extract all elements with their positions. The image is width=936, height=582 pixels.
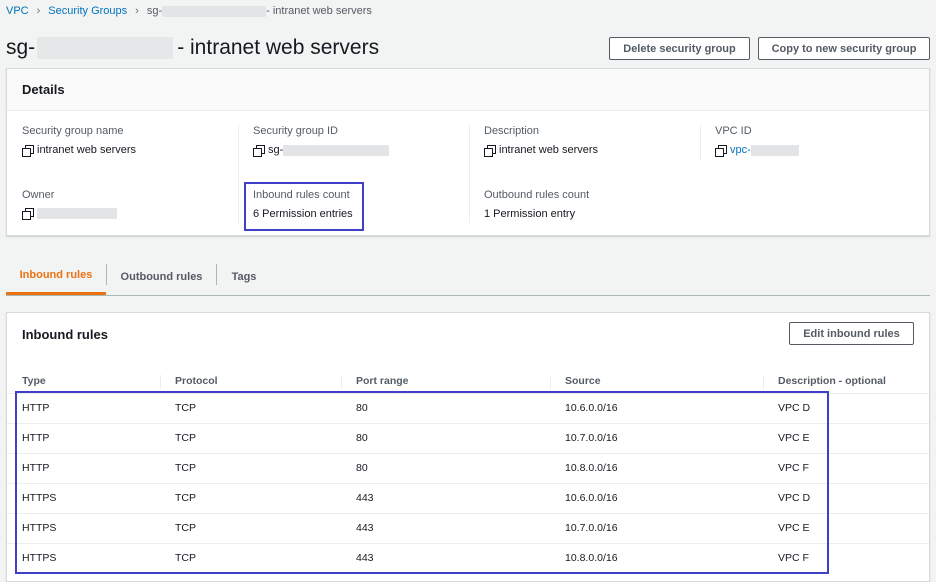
- column-header-label: Description - optional: [778, 375, 886, 388]
- redacted-owner: [37, 208, 117, 219]
- column-divider: [238, 125, 239, 223]
- security-group-id-field: Security group ID sg-: [253, 125, 390, 157]
- tab-inbound-rules[interactable]: Inbound rules: [6, 258, 106, 295]
- breadcrumb-current-prefix: sg-: [146, 5, 163, 17]
- column-header-label: Type: [22, 375, 46, 388]
- description-field: Description intranet web servers: [484, 125, 599, 157]
- tab-tags[interactable]: Tags: [217, 258, 271, 295]
- column-header-type[interactable]: Type: [7, 370, 160, 393]
- column-separator: [550, 375, 551, 389]
- field-value: intranet web servers: [22, 144, 137, 157]
- outbound-rules-count-field: Outbound rules count 1 Permission entry: [484, 189, 589, 220]
- column-header-label: Source: [565, 375, 601, 388]
- column-header-label: Protocol: [175, 375, 218, 388]
- breadcrumb: VPC › Security Groups › sg- - intranet w…: [6, 4, 372, 18]
- page-title-suffix: - intranet web servers: [177, 36, 380, 59]
- vpc-id-field: VPC ID vpc-: [715, 125, 799, 157]
- column-header-label: Port range: [356, 375, 409, 388]
- field-value: [22, 208, 117, 220]
- field-label: Security group name: [22, 125, 124, 137]
- inbound-rules-highlight: [15, 391, 829, 574]
- page-title-prefix: sg-: [6, 36, 36, 59]
- chevron-right-icon: ›: [135, 5, 139, 17]
- security-group-name-value: intranet web servers: [37, 144, 137, 156]
- details-panel: Details Security group name intranet web…: [6, 68, 930, 236]
- breadcrumb-current-suffix: - intranet web servers: [266, 5, 372, 17]
- redacted-id: [37, 37, 174, 59]
- column-divider: [700, 125, 701, 161]
- column-header-description[interactable]: Description - optional: [763, 370, 929, 393]
- column-header-protocol[interactable]: Protocol: [160, 370, 341, 393]
- field-label: VPC ID: [715, 125, 752, 137]
- chevron-right-icon: ›: [36, 5, 41, 17]
- copy-to-new-security-group-button[interactable]: Copy to new security group: [758, 37, 930, 60]
- field-label: Security group ID: [253, 125, 338, 137]
- table-header-row: Type Protocol Port range Source Descript…: [7, 370, 929, 393]
- copy-icon[interactable]: [253, 144, 265, 157]
- column-divider: [469, 125, 470, 223]
- field-label: Outbound rules count: [484, 189, 590, 201]
- field-value: vpc-: [715, 144, 799, 157]
- copy-icon[interactable]: [22, 144, 34, 157]
- redacted-id: [162, 5, 267, 17]
- vpc-id-link[interactable]: vpc-: [730, 144, 751, 156]
- copy-icon[interactable]: [22, 208, 34, 220]
- copy-icon[interactable]: [715, 144, 727, 157]
- breadcrumb-current: sg- - intranet web servers: [147, 5, 372, 17]
- details-header: Details: [7, 69, 929, 111]
- field-label: Description: [484, 125, 540, 137]
- column-header-port-range[interactable]: Port range: [341, 370, 550, 393]
- redacted-id: [750, 144, 799, 156]
- column-separator: [160, 375, 161, 389]
- owner-field: Owner: [22, 189, 117, 220]
- tab-bar: Inbound rules Outbound rules Tags: [6, 258, 930, 296]
- breadcrumb-security-groups-link[interactable]: Security Groups: [48, 5, 127, 17]
- breadcrumb-vpc-link[interactable]: VPC: [6, 5, 29, 17]
- description-value: intranet web servers: [499, 144, 599, 156]
- copy-icon[interactable]: [484, 144, 496, 157]
- field-value: sg-: [253, 144, 390, 157]
- security-group-id-value: sg-: [268, 144, 284, 156]
- delete-security-group-button[interactable]: Delete security group: [609, 37, 750, 60]
- outbound-rules-count-value: 1 Permission entry: [484, 208, 576, 220]
- tab-outbound-rules[interactable]: Outbound rules: [107, 258, 216, 295]
- page-title: sg- - intranet web servers: [6, 34, 379, 62]
- column-separator: [341, 375, 342, 389]
- edit-inbound-rules-button[interactable]: Edit inbound rules: [789, 322, 914, 345]
- field-value: intranet web servers: [484, 144, 599, 157]
- field-label: Owner: [22, 189, 55, 201]
- column-header-source[interactable]: Source: [550, 370, 763, 393]
- inbound-count-highlight: [244, 182, 364, 231]
- column-separator: [763, 375, 764, 389]
- security-group-name-field: Security group name intranet web servers: [22, 125, 137, 157]
- redacted-id: [283, 144, 390, 156]
